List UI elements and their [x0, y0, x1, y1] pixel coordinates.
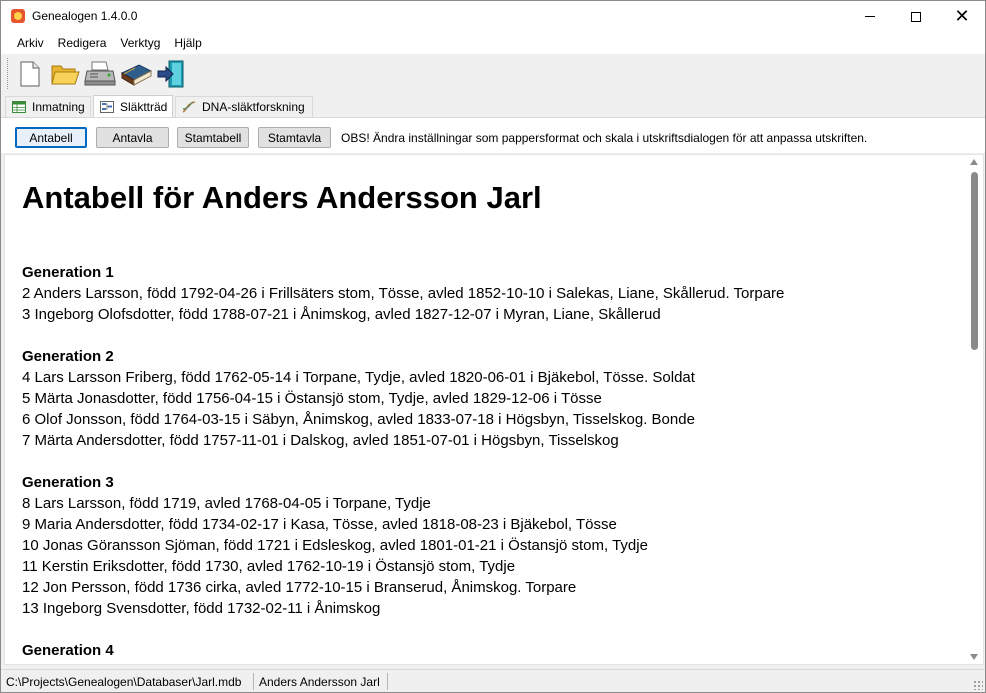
status-bar: C:\Projects\Genealogen\Databaser\Jarl.md… [1, 669, 985, 692]
close-button[interactable]: ✕ [939, 1, 985, 32]
scroll-up-icon[interactable] [970, 159, 978, 165]
open-folder-icon [51, 65, 80, 85]
app-logo-icon [11, 9, 25, 23]
antavla-button[interactable]: Antavla [96, 127, 169, 148]
minimize-icon [865, 16, 875, 17]
tab-strip: Inmatning Släktträd DNA-släktforskning [1, 95, 985, 117]
menu-hjalp[interactable]: Hjälp [167, 36, 208, 50]
ancestor-line: 7 Märta Andersdotter, född 1757-11-01 i … [22, 432, 619, 449]
tab-dna[interactable]: DNA-släktforskning [175, 96, 313, 117]
ancestor-line: 6 Olof Jonsson, född 1764-03-15 i Säbyn,… [22, 411, 695, 428]
ancestor-line: 12 Jon Persson, född 1736 cirka, avled 1… [22, 579, 577, 596]
book-icon [120, 64, 153, 86]
maximize-icon [911, 11, 921, 22]
generation-heading: Generation 4 [22, 642, 114, 659]
open-button[interactable] [48, 58, 82, 90]
exit-icon [157, 60, 184, 88]
dna-icon [182, 101, 196, 113]
print-notice: OBS! Ändra inställningar som pappersform… [341, 131, 868, 145]
tab-slakttrad[interactable]: Släktträd [93, 95, 173, 117]
ancestor-line: 9 Maria Andersdotter, född 1734-02-17 i … [22, 516, 617, 533]
maximize-button[interactable] [893, 1, 939, 32]
scroll-thumb[interactable] [971, 172, 978, 350]
resize-grip[interactable] [973, 680, 983, 690]
menu-bar: Arkiv Redigera Verktyg Hjälp [1, 32, 985, 54]
vertical-scrollbar[interactable] [966, 155, 983, 664]
scroll-down-icon[interactable] [970, 654, 978, 660]
report-toolbar: Antabell Antavla Stamtabell Stamtavla OB… [1, 117, 985, 153]
window-title: Genealogen 1.4.0.0 [32, 9, 138, 23]
tab-dna-label: DNA-släktforskning [202, 100, 305, 114]
table-icon [12, 101, 26, 113]
generation-heading: Generation 1 [22, 264, 114, 281]
report-title: Antabell för Anders Andersson Jarl [22, 180, 542, 215]
ancestor-line: 4 Lars Larsson Friberg, född 1762-05-14 … [22, 369, 695, 386]
stamtabell-button[interactable]: Stamtabell [177, 127, 249, 148]
minimize-button[interactable] [847, 1, 893, 32]
menu-verktyg[interactable]: Verktyg [113, 36, 167, 50]
tab-slakttrad-label: Släktträd [120, 99, 168, 114]
status-divider [253, 673, 254, 690]
app-window: Genealogen 1.4.0.0 ✕ Arkiv Redigera Verk… [0, 0, 986, 693]
database-path: C:\Projects\Genealogen\Databaser\Jarl.md… [6, 675, 242, 689]
ancestor-line: 2 Anders Larsson, född 1792-04-26 i Fril… [22, 285, 785, 302]
menu-redigera[interactable]: Redigera [51, 36, 114, 50]
print-button[interactable] [83, 58, 117, 90]
ancestor-line: 13 Ingeborg Svensdotter, född 1732-02-11… [22, 600, 381, 617]
ancestor-line: 8 Lars Larsson, född 1719, avled 1768-04… [22, 495, 431, 512]
tree-icon [100, 100, 114, 113]
printer-icon [84, 61, 116, 86]
generation-heading: Generation 3 [22, 474, 114, 491]
menu-arkiv[interactable]: Arkiv [10, 36, 51, 50]
new-document-icon [20, 61, 40, 87]
toolbar [1, 54, 985, 94]
title-bar[interactable]: Genealogen 1.4.0.0 ✕ [1, 1, 985, 32]
exit-button[interactable] [154, 58, 188, 90]
book-button[interactable] [119, 58, 153, 90]
tab-inmatning[interactable]: Inmatning [5, 96, 91, 117]
stamtavla-button[interactable]: Stamtavla [258, 127, 331, 148]
close-icon: ✕ [954, 5, 970, 27]
toolbar-grip[interactable] [7, 58, 10, 89]
ancestor-line: 10 Jonas Göransson Sjöman, född 1721 i E… [22, 537, 648, 554]
antabell-button[interactable]: Antabell [15, 127, 87, 148]
tab-inmatning-label: Inmatning [32, 100, 85, 114]
status-divider [387, 673, 388, 690]
generation-heading: Generation 2 [22, 348, 114, 365]
new-button[interactable] [13, 58, 47, 90]
ancestor-line: 11 Kerstin Eriksdotter, född 1730, avled… [22, 558, 516, 575]
current-person: Anders Andersson Jarl [259, 675, 380, 689]
report-view[interactable]: Antabell för Anders Andersson Jarl Gener… [4, 154, 984, 665]
ancestor-line: 3 Ingeborg Olofsdotter, född 1788-07-21 … [22, 306, 661, 323]
ancestor-line: 5 Märta Jonasdotter, född 1756-04-15 i Ö… [22, 390, 602, 407]
